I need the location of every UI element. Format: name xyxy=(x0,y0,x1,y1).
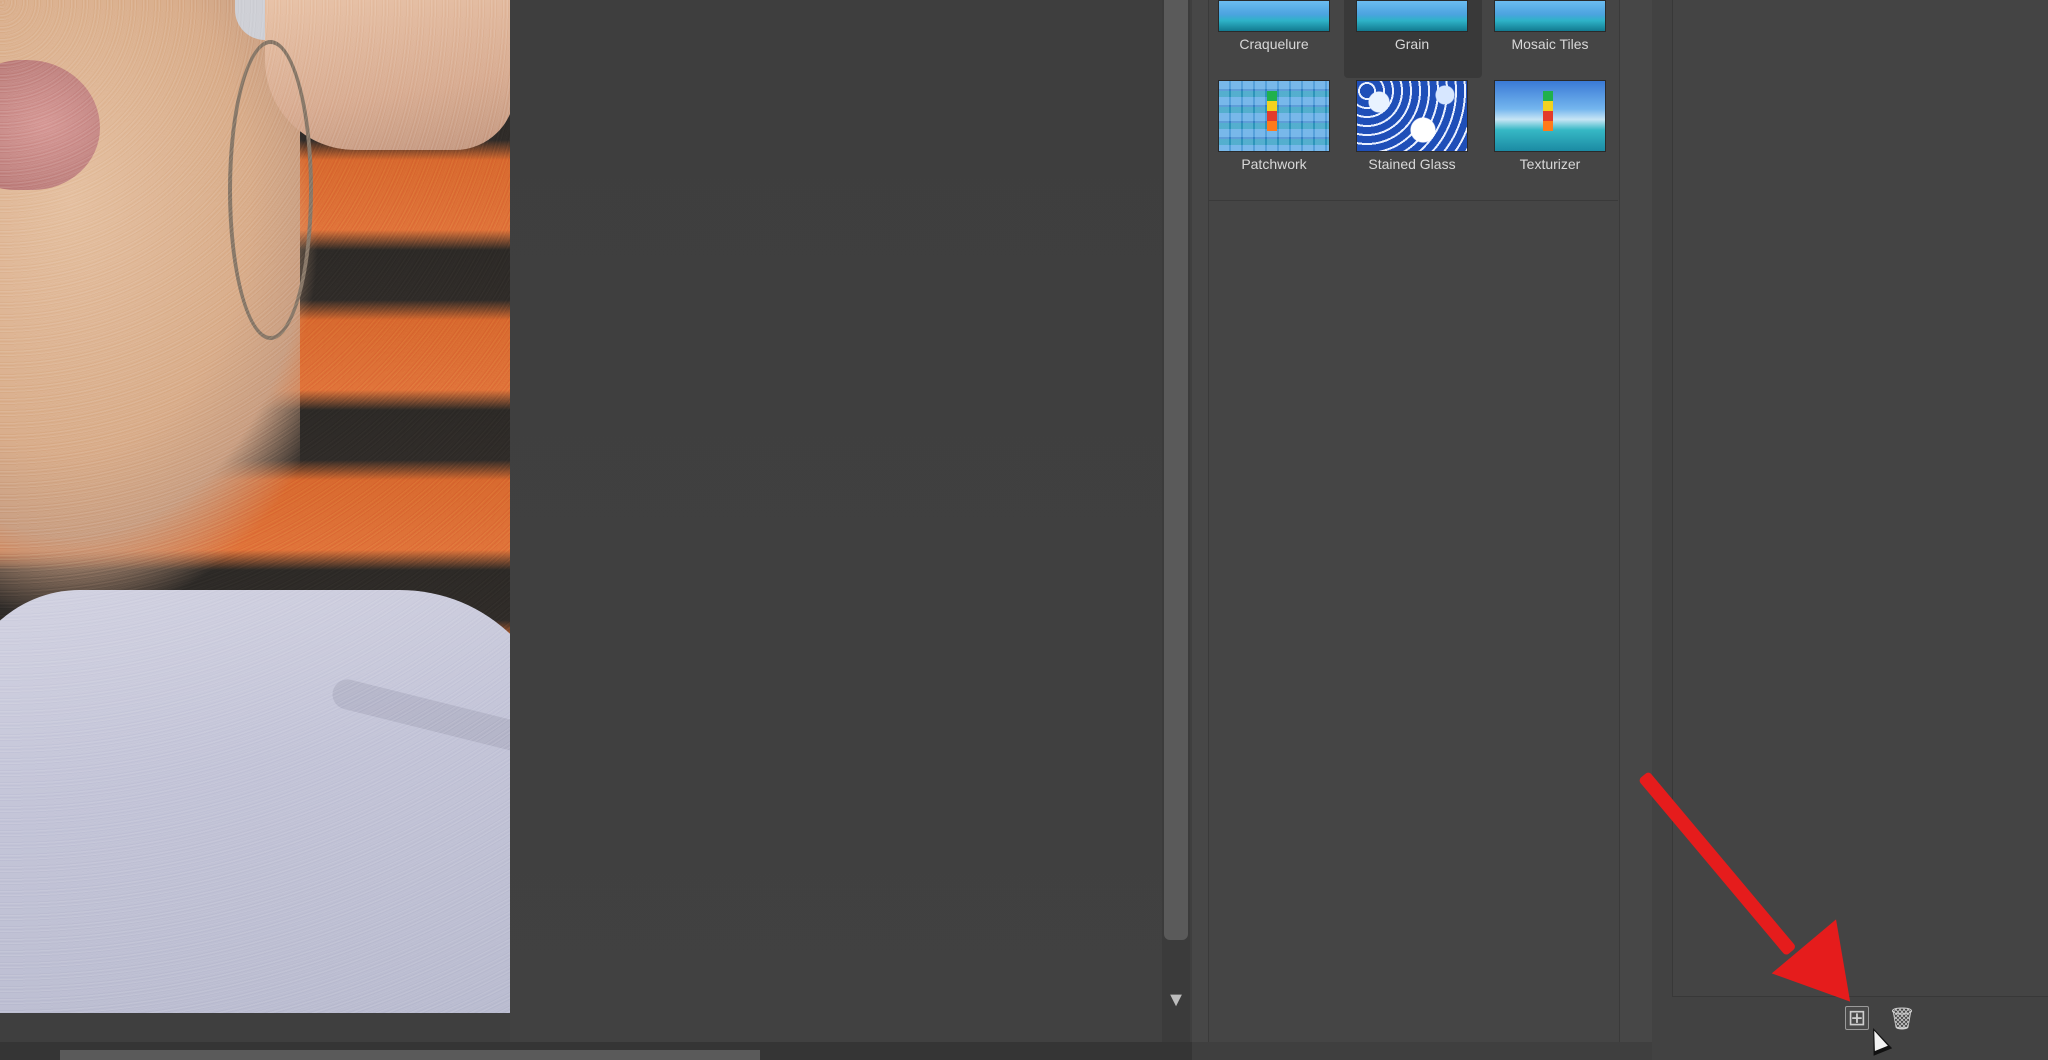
filter-craquelure[interactable]: Craquelure xyxy=(1218,0,1330,52)
trash-icon: 🗑 xyxy=(1888,1006,1916,1031)
filter-thumbnail xyxy=(1494,0,1606,32)
preview-canvas-area xyxy=(510,0,1162,1042)
filter-grain[interactable]: Grain xyxy=(1356,0,1468,52)
filter-thumbnail xyxy=(1218,0,1330,32)
bottom-status-strip xyxy=(0,1042,1192,1060)
filter-label: Stained Glass xyxy=(1368,156,1456,172)
filter-thumbnail xyxy=(1218,80,1330,152)
filter-label: Texturizer xyxy=(1519,156,1581,172)
filter-label: Craquelure xyxy=(1239,36,1309,52)
filter-thumbnail xyxy=(1356,80,1468,152)
image-preview xyxy=(0,0,510,1013)
plus-square-icon: ⊞ xyxy=(1847,1005,1867,1030)
delete-effect-layer-button[interactable]: 🗑 xyxy=(1888,1006,1916,1032)
scroll-down-arrow-icon[interactable]: ▼ xyxy=(1166,988,1186,1012)
filter-thumbnail xyxy=(1494,80,1606,152)
filter-thumbnail xyxy=(1356,0,1468,32)
filter-stained-glass[interactable]: Stained Glass xyxy=(1356,80,1468,172)
gallery-divider xyxy=(1208,200,1618,201)
filter-texturizer[interactable]: Texturizer xyxy=(1494,80,1606,172)
horizontal-scroll-track[interactable] xyxy=(60,1050,760,1060)
filter-patchwork[interactable]: Patchwork xyxy=(1218,80,1330,172)
filter-label: Grain xyxy=(1394,36,1430,52)
effect-layers-list xyxy=(1672,0,2048,997)
filter-label: Patchwork xyxy=(1241,156,1307,172)
filter-label: Mosaic Tiles xyxy=(1511,36,1589,52)
preview-scrollbar-thumb[interactable] xyxy=(1164,0,1188,940)
new-effect-layer-button[interactable]: ⊞ xyxy=(1845,1006,1869,1030)
filter-mosaic-tiles[interactable]: Mosaic Tiles xyxy=(1494,0,1606,52)
grain-noise-overlay xyxy=(0,0,510,1013)
